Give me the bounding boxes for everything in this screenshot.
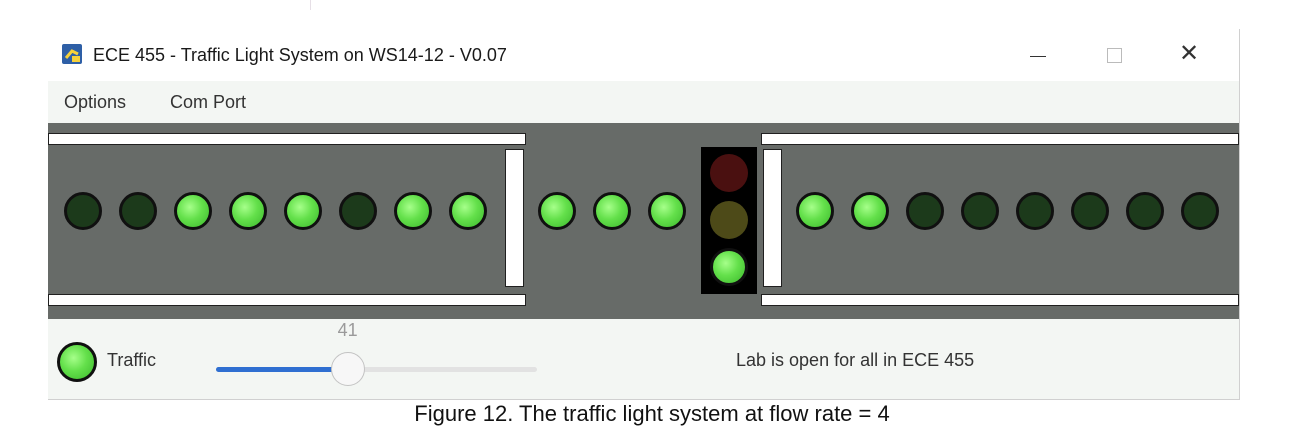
left-lane-car-light-5 — [284, 192, 322, 230]
signal-yellow-light — [710, 201, 748, 239]
flow-rate-slider[interactable] — [216, 367, 537, 372]
intersection-car-light-2 — [593, 192, 631, 230]
left-lane-car-light-7 — [394, 192, 432, 230]
slider-value: 41 — [337, 320, 358, 340]
status-message: Lab is open for all in ECE 455 — [736, 350, 975, 370]
traffic-label: Traffic — [107, 350, 157, 370]
signal-red-light — [710, 154, 748, 192]
left-lane-car-light-2 — [119, 192, 157, 230]
right-lane-car-light-5 — [1016, 192, 1054, 230]
right-lane-car-light-1 — [796, 192, 834, 230]
slider-fill — [216, 367, 348, 372]
right-lane-car-light-2 — [851, 192, 889, 230]
intersection-car-light-1 — [538, 192, 576, 230]
menu-options[interactable]: Options — [64, 92, 126, 113]
traffic-signal — [701, 147, 757, 294]
right-lane-car-light-8 — [1181, 192, 1219, 230]
signal-green-light — [710, 248, 748, 286]
road-canvas — [48, 123, 1239, 319]
left-lane-car-light-6 — [339, 192, 377, 230]
stop-line-left — [505, 149, 524, 287]
stop-line-right — [763, 149, 782, 287]
minimize-button[interactable] — [1006, 29, 1068, 81]
curb-bottom-left — [48, 294, 526, 306]
minimize-icon — [1030, 56, 1046, 57]
maximize-icon — [1107, 48, 1122, 63]
right-lane-car-light-6 — [1071, 192, 1109, 230]
app-window: ECE 455 - Traffic Light System on WS14-1… — [48, 29, 1240, 400]
traffic-indicator-light — [57, 342, 97, 382]
title-bar[interactable]: ECE 455 - Traffic Light System on WS14-1… — [48, 29, 1239, 81]
right-lane-car-light-3 — [906, 192, 944, 230]
curb-top-right — [761, 133, 1239, 145]
intersection-car-light-3 — [648, 192, 686, 230]
curb-top-left — [48, 133, 526, 145]
background-mark — [310, 0, 311, 10]
close-icon: ✕ — [1179, 39, 1200, 67]
right-lane-car-light-4 — [961, 192, 999, 230]
close-button[interactable]: ✕ — [1160, 29, 1222, 81]
right-lane-car-light-7 — [1126, 192, 1164, 230]
maximize-button[interactable] — [1083, 29, 1145, 81]
figure-caption: Figure 12. The traffic light system at f… — [414, 401, 890, 426]
left-lane-car-light-4 — [229, 192, 267, 230]
menu-com-port[interactable]: Com Port — [170, 92, 246, 113]
status-bar: Traffic 41 Lab is open for all in ECE 45… — [48, 319, 1239, 399]
python-app-icon — [62, 44, 82, 64]
curb-bottom-right — [761, 294, 1239, 306]
left-lane-car-light-3 — [174, 192, 212, 230]
window-title: ECE 455 - Traffic Light System on WS14-1… — [93, 45, 507, 65]
slider-thumb[interactable] — [330, 352, 365, 386]
left-lane-car-light-8 — [449, 192, 487, 230]
menu-bar: Options Com Port — [48, 81, 1239, 123]
left-lane-car-light-1 — [64, 192, 102, 230]
